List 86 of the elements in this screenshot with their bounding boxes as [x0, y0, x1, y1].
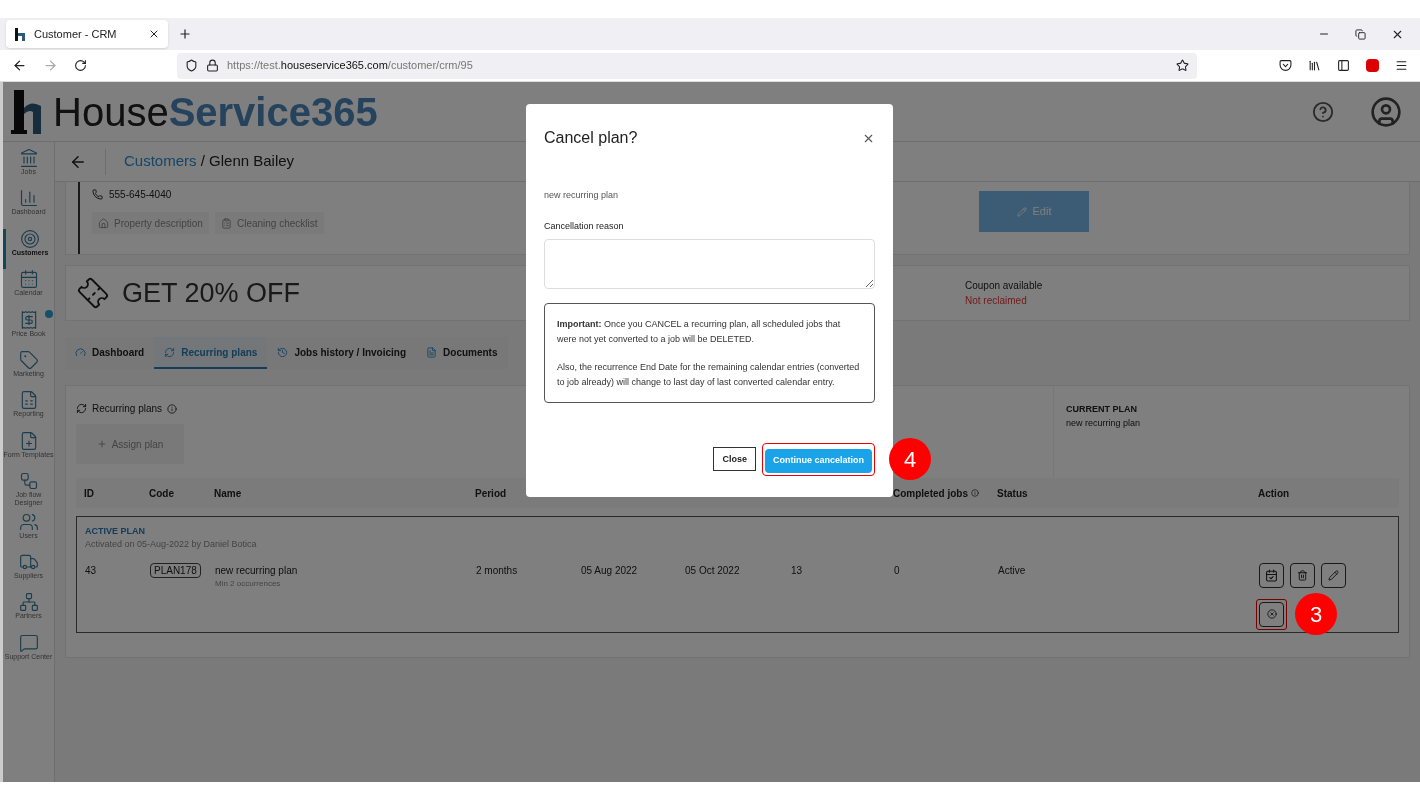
sidebar-icon [18, 632, 39, 653]
phone-icon [92, 189, 103, 200]
sidebar-icon[interactable] [1337, 59, 1350, 72]
continue-cancelation-button[interactable]: Continue cancelation [765, 448, 872, 473]
calendar-check-button[interactable] [1259, 563, 1284, 588]
restore-icon[interactable] [1355, 28, 1366, 40]
current-plan-label: CURRENT PLAN [1066, 403, 1138, 416]
table-cell-text: 43 [84, 564, 98, 578]
step-marker: 3 [1295, 593, 1337, 635]
phone-number: 555-645-4040 [109, 188, 172, 202]
table-cell-text: 13 [790, 564, 804, 578]
cancellation-reason-field[interactable] [544, 239, 875, 289]
group-title: ACTIVE PLAN [85, 525, 146, 538]
site-favicon [14, 27, 26, 41]
pencil-icon [1328, 570, 1339, 581]
coupon-label: Coupon available [965, 279, 1044, 293]
bookmark-star-icon[interactable] [1176, 59, 1189, 72]
library-icon[interactable] [1308, 59, 1321, 72]
plan-code-tag: PLAN178 [150, 563, 201, 578]
tab-icon [277, 346, 289, 358]
notice-text: Important: Once you CANCEL a recurring plan, all scheduled jobs that were not yet converted to a job will be DELETED. [557, 318, 842, 346]
pocket-icon[interactable] [1279, 59, 1292, 72]
info-icon [167, 403, 178, 414]
notice-text: Also, the recurrence End Date for the remaining calendar entries (converted to job already) will change to last day of last converted calendar entry. [557, 361, 861, 389]
back-icon[interactable] [12, 58, 27, 73]
dialog-title: Cancel plan? [544, 128, 638, 148]
column-header: Name [213, 486, 243, 501]
info-icon [971, 489, 979, 497]
logo-text: HouseService365 [53, 91, 378, 132]
coupon-title: GET 20% OFF [122, 276, 301, 310]
tab-icon [426, 346, 438, 358]
address-bar[interactable]: https://test.houseservice365.com/customer/crm/95 [177, 52, 1197, 79]
sidebar-icon [18, 592, 39, 613]
close-icon[interactable] [148, 28, 160, 40]
field-label: Cancellation reason [544, 219, 625, 233]
sidebar-icon [18, 511, 39, 532]
sidebar-icon [18, 471, 39, 492]
tab-icon [164, 346, 176, 358]
user-avatar-icon[interactable] [1370, 95, 1402, 128]
sidebar-icon [18, 188, 39, 209]
menu-icon[interactable] [1395, 59, 1408, 72]
help-icon[interactable] [1312, 100, 1334, 123]
new-tab-icon[interactable] [178, 27, 192, 41]
home-icon [98, 217, 109, 229]
table-cell-text: Active [997, 564, 1027, 578]
sidebar-icon [20, 228, 40, 249]
plus-icon [96, 439, 107, 449]
url-text: https://test.houseservice365.com/customer/crm/95 [227, 58, 473, 74]
close-button[interactable]: Close [713, 447, 756, 472]
tab[interactable]: Recurring plans [154, 337, 268, 369]
table-cell-text: 05 Oct 2022 [684, 564, 741, 578]
column-header: ID [83, 486, 95, 501]
cancel-icon [1266, 609, 1277, 619]
coupon-status: Not reclaimed [965, 294, 1028, 308]
column-header: Code [148, 486, 175, 501]
table-cell-text: 05 Aug 2022 [580, 564, 639, 578]
edit-button[interactable]: Edit [979, 191, 1089, 232]
tab-title: Customer - CRM [34, 26, 118, 42]
pencil-icon [1016, 206, 1027, 217]
table-cell-text: 0 [893, 564, 901, 578]
delete-button[interactable] [1290, 563, 1315, 588]
section-title: Recurring plans [92, 402, 163, 416]
column-header: Period [474, 486, 508, 501]
breadcrumb-current: Glenn Bailey [209, 152, 295, 170]
shield-icon [185, 59, 198, 72]
browser-tab[interactable]: Customer - CRM [6, 20, 168, 48]
tab-icon [75, 346, 86, 358]
extension-icon[interactable] [1366, 59, 1379, 72]
table-cell-text: 2 months [475, 564, 519, 578]
plan-name: new recurring plan [215, 564, 299, 578]
edit-button[interactable] [1321, 563, 1346, 588]
refresh-icon [76, 403, 87, 414]
plan-name: new recurring plan [544, 189, 620, 202]
calendar-check-icon [1265, 569, 1278, 582]
breadcrumb-separator: / [200, 152, 205, 170]
column-header: Action [1257, 486, 1291, 501]
clipboard-icon [220, 217, 232, 229]
lock-icon [206, 59, 219, 72]
current-plan-name: new recurring plan [1066, 417, 1142, 430]
reload-icon[interactable] [74, 59, 87, 72]
sidebar-icon [18, 349, 39, 370]
sidebar-icon [18, 148, 39, 168]
sidebar-icon [18, 269, 39, 290]
breadcrumb-link[interactable]: Customers [124, 152, 197, 170]
column-header: Status [996, 486, 1029, 501]
trash-icon [1297, 570, 1308, 581]
